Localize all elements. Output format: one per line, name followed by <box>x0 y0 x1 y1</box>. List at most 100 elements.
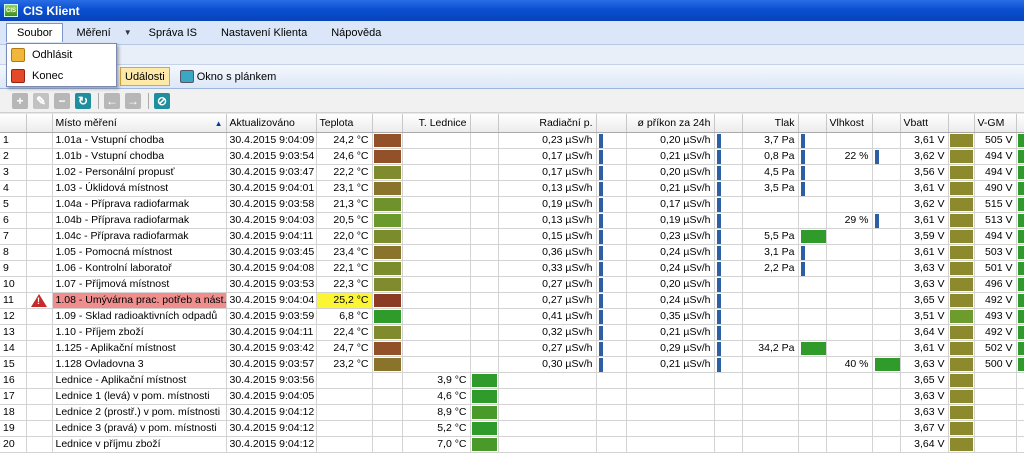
radiation-bar-cell <box>596 148 627 165</box>
pressure-bar-cell <box>798 388 827 405</box>
table-row[interactable]: 20 Lednice v příjmu zboží 30.4.2015 9:04:1… <box>0 436 1024 453</box>
measurement-table: Místo měření ▲ Aktualizováno Teplota T. L… <box>0 114 1024 453</box>
row-number: 6 <box>0 212 27 229</box>
cell-radiation <box>498 436 597 453</box>
forward-icon[interactable]: → <box>125 92 141 109</box>
menu-bar: Soubor Měření ▼ Správa IS Nastavení Klie… <box>0 21 1024 45</box>
dose-level-bar <box>716 133 721 147</box>
menu-item-konec[interactable]: Konec <box>7 65 116 86</box>
menu-sprava-is[interactable]: Správa IS <box>138 24 208 42</box>
pressure-level-bar <box>800 181 805 195</box>
cell-vgm: 515 V <box>974 196 1017 213</box>
table-row[interactable]: 18 Lednice 2 (prostř.) v pom. místnosti 30… <box>0 404 1024 421</box>
cell-dose: 0,29 µSv/h <box>626 340 715 357</box>
refresh-icon[interactable]: ↻ <box>75 92 91 109</box>
table-row[interactable]: 12 1.09 - Sklad radioaktivních odpadů 30.4… <box>0 308 1024 325</box>
dose-level-bar <box>716 229 721 243</box>
cell-updated: 30.4.2015 9:04:12 <box>226 420 317 437</box>
cell-vgm: 513 V <box>974 212 1017 229</box>
cell-temperature: 24,2 °C <box>316 132 373 149</box>
table-row[interactable]: 5 1.04a - Příprava radiofarmak 30.4.2015 9… <box>0 196 1024 213</box>
table-row[interactable]: 2 1.01b - Vstupní chodba 30.4.2015 9:03:54… <box>0 148 1024 165</box>
humidity-bar-cell <box>872 244 901 261</box>
tab-okno-s-plankem[interactable]: Okno s plánkem <box>176 67 280 86</box>
radiation-bar-cell <box>596 324 627 341</box>
table-row[interactable]: 11! 1.08 - Umývárna prac. potřeb a nást. 3… <box>0 292 1024 309</box>
dose-bar-cell <box>714 356 743 373</box>
column-header-vbatt[interactable]: Vbatt <box>900 114 949 133</box>
cell-fridge-temperature: 8,9 °C <box>402 404 471 421</box>
pressure-bar-cell <box>798 292 827 309</box>
signal-off-icon[interactable]: ⊘ <box>154 92 170 109</box>
column-header-aktualizovano[interactable]: Aktualizováno <box>226 114 317 133</box>
app-logo-icon: CIS <box>4 4 18 17</box>
table-row[interactable]: 3 1.02 - Personální propusť 30.4.2015 9:03… <box>0 164 1024 181</box>
tab-udalosti[interactable]: Události <box>120 67 170 86</box>
vgm-bar-cell <box>1016 212 1024 229</box>
table-row[interactable]: 13 1.10 - Příjem zboží 30.4.2015 9:04:11 22… <box>0 324 1024 341</box>
menu-mereni[interactable]: Měření <box>65 24 121 42</box>
table-row[interactable]: 1 1.01a - Vstupní chodba 30.4.2015 9:04:09… <box>0 132 1024 149</box>
vgm-bar-cell <box>1016 388 1024 405</box>
column-header-prikon[interactable]: ø příkon za 24h <box>626 114 715 133</box>
dose-bar-cell <box>714 420 743 437</box>
pressure-bar-cell <box>798 308 827 325</box>
column-header-misto[interactable]: Místo měření ▲ <box>52 114 227 133</box>
cell-vbatt: 3,63 V <box>900 388 949 405</box>
back-icon[interactable]: ← <box>104 92 120 109</box>
table-row[interactable]: 16 Lednice - Aplikační místnost 30.4.2015 … <box>0 372 1024 389</box>
temperature-bar-cell <box>372 180 403 197</box>
cell-vgm <box>974 404 1017 421</box>
cell-place: Lednice 1 (levá) v pom. místnosti <box>52 388 227 405</box>
cell-updated: 30.4.2015 9:03:59 <box>226 308 317 325</box>
table-row[interactable]: 15 1.128 Ovladovna 3 30.4.2015 9:03:57 23,2… <box>0 356 1024 373</box>
row-number: 2 <box>0 148 27 165</box>
column-header-teplota[interactable]: Teplota <box>316 114 373 133</box>
menu-napoveda[interactable]: Nápověda <box>320 24 392 42</box>
table-row[interactable]: 6 1.04b - Příprava radiofarmak 30.4.2015 9… <box>0 212 1024 229</box>
table-row[interactable]: 17 Lednice 1 (levá) v pom. místnosti 30.4.… <box>0 388 1024 405</box>
add-icon[interactable]: + <box>12 92 28 109</box>
temperature-bar-cell <box>372 436 403 453</box>
vbatt-level-bar <box>949 213 973 227</box>
temperature-level-bar <box>373 213 401 227</box>
remove-icon[interactable]: − <box>54 92 70 109</box>
cell-humidity <box>826 372 873 389</box>
cell-dose: 0,24 µSv/h <box>626 260 715 277</box>
edit-icon[interactable]: ✎ <box>33 92 49 109</box>
menu-nastaveni-klienta[interactable]: Nastavení Klienta <box>210 24 318 42</box>
table-row[interactable]: 10 1.07 - Příjmová místnost 30.4.2015 9:03… <box>0 276 1024 293</box>
row-number: 20 <box>0 436 27 453</box>
menu-item-odhlasit[interactable]: Odhlásit <box>7 44 116 65</box>
radiation-bar-cell <box>596 388 627 405</box>
table-row[interactable]: 14 1.125 - Aplikační místnost 30.4.2015 9:… <box>0 340 1024 357</box>
column-header-lednice[interactable]: T. Lednice <box>402 114 471 133</box>
cell-vbatt: 3,61 V <box>900 132 949 149</box>
column-header-vlhkost[interactable]: Vlhkost <box>826 114 873 133</box>
temperature-level-bar <box>373 325 401 339</box>
cell-radiation: 0,13 µSv/h <box>498 212 597 229</box>
cell-temperature <box>316 388 373 405</box>
table-row[interactable]: 4 1.03 - Úklidová místnost 30.4.2015 9:04:… <box>0 180 1024 197</box>
column-header-vgm[interactable]: V-GM <box>974 114 1017 133</box>
fridge-bar-cell <box>470 148 499 165</box>
table-row[interactable]: 19 Lednice 3 (pravá) v pom. místnosti 30.4… <box>0 420 1024 437</box>
column-header-tlak[interactable]: Tlak <box>742 114 799 133</box>
pressure-bar-cell <box>798 180 827 197</box>
menu-soubor[interactable]: Soubor <box>6 23 64 42</box>
humidity-bar-cell <box>872 276 901 293</box>
vgm-bar-cell <box>1016 436 1024 453</box>
table-row[interactable]: 8 1.05 - Pomocná místnost 30.4.2015 9:03:4… <box>0 244 1024 261</box>
row-number-header <box>0 114 27 133</box>
temperature-level-bar <box>373 293 401 307</box>
radiation-bar-cell <box>596 164 627 181</box>
table-row[interactable]: 7 1.04c - Příprava radiofarmak 30.4.2015 9… <box>0 228 1024 245</box>
humidity-bar-cell <box>872 436 901 453</box>
cell-dose <box>626 372 715 389</box>
column-header-radiacni[interactable]: Radiační p. <box>498 114 597 133</box>
cell-radiation: 0,30 µSv/h <box>498 356 597 373</box>
table-row[interactable]: 9 1.06 - Kontrolní laboratoř 30.4.2015 9:0… <box>0 260 1024 277</box>
cell-vbatt: 3,65 V <box>900 372 949 389</box>
chevron-down-icon[interactable]: ▼ <box>124 28 132 37</box>
cell-pressure <box>742 308 799 325</box>
